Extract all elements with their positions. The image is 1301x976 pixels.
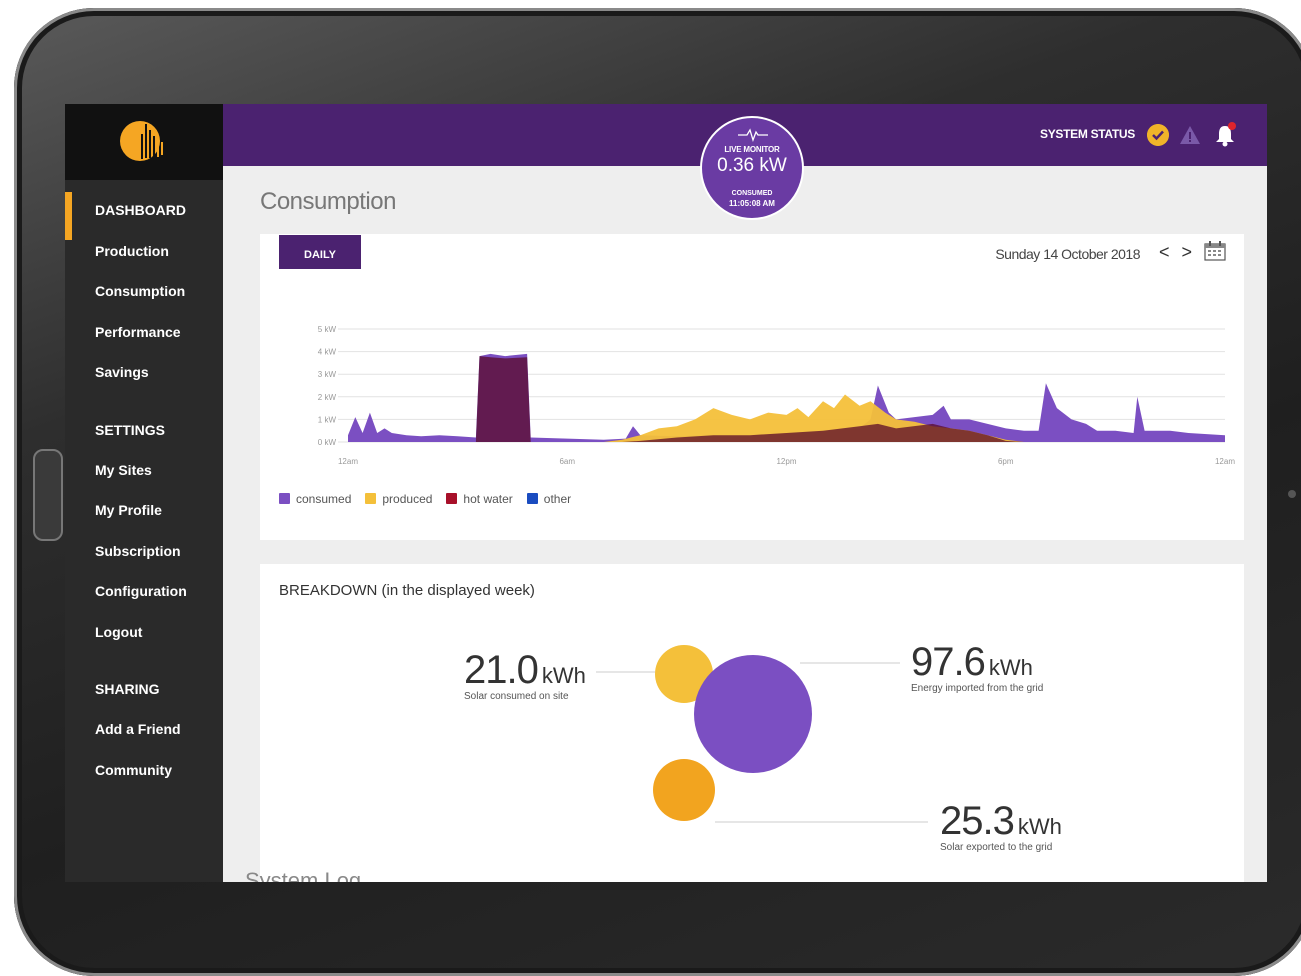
sidebar-item-logout[interactable]: Logout	[65, 612, 223, 653]
y-tick-label: 4 kW	[318, 348, 337, 357]
tab-daily[interactable]: DAILY	[279, 235, 361, 269]
sidebar-item-add-friend[interactable]: Add a Friend	[65, 709, 223, 750]
stat-imported-value: 97.6	[911, 640, 986, 684]
sidebar-item-performance[interactable]: Performance	[65, 312, 223, 353]
y-tick-label: 3 kW	[318, 370, 337, 379]
stat-exported-desc: Solar exported to the grid	[940, 842, 1053, 853]
breakdown-card: BREAKDOWN (in the displayed week) 21.0 kW…	[260, 564, 1244, 882]
sidebar-item-subscription[interactable]: Subscription	[65, 531, 223, 572]
sidebar-nav: DASHBOARD Production Consumption Perform…	[65, 190, 223, 790]
stat-solar-consumed-unit: kWh	[541, 663, 586, 688]
warning-icon[interactable]	[1179, 124, 1201, 146]
date-label: Sunday 14 October 2018	[995, 246, 1140, 262]
sidebar-section-sharing: SHARING	[95, 681, 160, 697]
page-title: Consumption	[260, 188, 396, 215]
chart-legend: consumed produced hot water other	[279, 492, 585, 506]
sidebar-item-configuration[interactable]: Configuration	[65, 571, 223, 612]
stat-solar-consumed-desc: Solar consumed on site	[464, 691, 569, 702]
prev-day-button[interactable]: <	[1159, 242, 1170, 262]
stat-imported: 97.6 kWh Energy imported from the grid	[911, 640, 1043, 694]
legend-item-produced[interactable]: produced	[365, 492, 432, 506]
legend-swatch	[526, 493, 538, 504]
breakdown-bubbles	[596, 645, 928, 823]
legend-swatch	[446, 493, 458, 504]
live-monitor-value: 0.36 kW	[717, 155, 787, 176]
stat-imported-desc: Energy imported from the grid	[911, 683, 1044, 694]
live-monitor-label: LIVE MONITOR	[724, 145, 780, 154]
x-tick-label: 12am	[338, 457, 358, 466]
stat-imported-unit: kWh	[988, 655, 1033, 680]
system-log-heading: System Log	[245, 868, 362, 882]
app-screen: DASHBOARD Production Consumption Perform…	[65, 104, 1267, 882]
consumption-chart[interactable]: 5 kW 4 kW 3 kW 2 kW 1 kW 0 kW 12am 6am 12pm 6pm 12…	[260, 294, 1244, 474]
sidebar: DASHBOARD Production Consumption Perform…	[65, 104, 223, 882]
stat-exported-unit: kWh	[1017, 814, 1062, 839]
legend-label: produced	[382, 492, 433, 506]
pulse-icon	[738, 128, 768, 142]
sidebar-item-my-sites[interactable]: My Sites	[65, 450, 223, 491]
x-tick-label: 12pm	[776, 457, 796, 466]
x-tick-label: 6pm	[998, 457, 1014, 466]
legend-swatch	[365, 493, 377, 504]
live-monitor-badge[interactable]: LIVE MONITOR 0.36 kW CONSUMED 11:05:08 A…	[700, 116, 804, 220]
sidebar-item-consumption[interactable]: Consumption	[65, 271, 223, 312]
x-tick-label: 6am	[559, 457, 575, 466]
tablet-side-button	[33, 449, 63, 541]
system-status-label[interactable]: SYSTEM STATUS	[1040, 127, 1135, 141]
sidebar-item-dashboard[interactable]: DASHBOARD	[65, 190, 223, 240]
legend-item-hot-water[interactable]: hot water	[446, 492, 513, 506]
tablet-camera	[1288, 490, 1296, 498]
legend-label: other	[543, 492, 572, 506]
x-tick-label: 12am	[1215, 457, 1235, 466]
legend-label: consumed	[296, 492, 352, 506]
date-nav: < >	[1147, 242, 1192, 263]
legend-item-consumed[interactable]: consumed	[279, 492, 351, 506]
logo-area	[65, 104, 223, 180]
y-tick-label: 1 kW	[318, 415, 337, 424]
live-monitor-sub: CONSUMED	[731, 190, 773, 197]
calendar-icon[interactable]	[1204, 241, 1226, 261]
y-tick-label: 0 kW	[318, 438, 337, 447]
app-logo-icon[interactable]	[117, 116, 167, 166]
bubble-imported	[694, 655, 812, 773]
stat-solar-consumed: 21.0 kWh Solar consumed on site	[464, 648, 586, 702]
sidebar-item-community[interactable]: Community	[65, 750, 223, 791]
sidebar-item-production[interactable]: Production	[65, 231, 223, 272]
status-ok-icon[interactable]	[1147, 124, 1169, 146]
daily-chart-card: DAILY Sunday 14 October 2018 < > 5 kW 4 kW…	[260, 234, 1244, 540]
y-tick-label: 5 kW	[318, 325, 337, 334]
notification-bell-icon[interactable]	[1213, 122, 1237, 148]
legend-swatch	[279, 493, 290, 504]
stat-exported-value: 25.3	[940, 799, 1015, 843]
stat-exported: 25.3 kWh Solar exported to the grid	[940, 799, 1062, 853]
sidebar-item-my-profile[interactable]: My Profile	[65, 490, 223, 531]
legend-item-other[interactable]: other	[526, 492, 572, 506]
sidebar-section-settings: SETTINGS	[95, 421, 166, 438]
next-day-button[interactable]: >	[1181, 242, 1192, 262]
sidebar-item-savings[interactable]: Savings	[65, 352, 223, 393]
legend-label: hot water	[463, 492, 513, 506]
live-monitor-time: 11:05:08 AM	[729, 199, 775, 208]
y-tick-label: 2 kW	[318, 393, 337, 402]
bubble-exported	[653, 759, 715, 821]
stat-solar-consumed-value: 21.0	[464, 648, 539, 692]
